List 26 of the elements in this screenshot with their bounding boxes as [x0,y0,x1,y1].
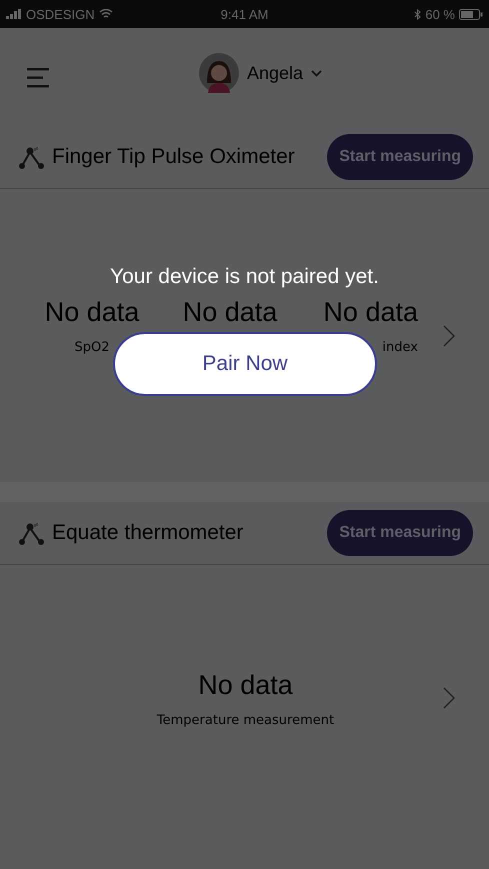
metric-label: Temperature measurement [156,713,334,728]
clock-time: 9:41 AM [220,6,268,22]
chevron-right-icon[interactable] [443,687,455,709]
metric-value: No data [44,297,140,328]
metric-label: index [382,340,418,355]
metric-value: No data [182,297,278,328]
battery-icon [458,8,483,20]
metric-value: No data [323,297,418,328]
wifi-icon [98,9,113,19]
user-switcher[interactable]: Angela [198,53,322,93]
start-measuring-button[interactable]: Start measuring [327,510,473,556]
carrier-name: OSDESIGN [26,6,95,22]
avatar-icon [198,53,239,93]
bluetooth-icon [414,8,422,20]
start-measuring-button[interactable]: Start measuring [327,134,473,180]
metric-label: SpO2 [74,340,110,355]
device-name: Equate thermometer [52,521,244,545]
pairing-message: Your device is not paired yet. [109,265,380,289]
signal-icon [6,9,22,19]
chevron-right-icon[interactable] [443,325,455,347]
metric-value: No data [198,670,293,701]
device-name: Finger Tip Pulse Oximeter [52,145,296,169]
battery-percent: 60 % [425,6,455,22]
menu-icon[interactable] [27,68,49,88]
chevron-down-icon [311,70,322,76]
pair-now-button[interactable]: Pair Now [113,332,377,396]
